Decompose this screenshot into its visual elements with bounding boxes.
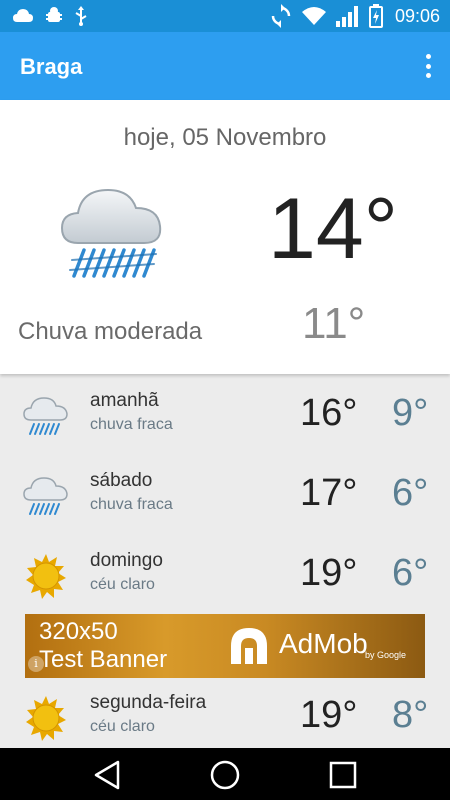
navigation-bar (0, 748, 450, 800)
forecast-high: 19° (300, 552, 358, 594)
forecast-low: 6° (392, 552, 429, 594)
sync-icon (271, 4, 291, 28)
forecast-day: sábado (90, 470, 153, 491)
forecast-low: 6° (392, 472, 429, 514)
forecast-low: 9° (392, 392, 429, 434)
rain-cloud-icon (60, 188, 162, 278)
recents-icon[interactable] (326, 758, 360, 792)
today-high-temp: 14° (268, 181, 399, 277)
forecast-row[interactable]: domingo céu claro 19° 6° (0, 536, 450, 616)
admob-logo-icon (231, 628, 267, 664)
wifi-icon (301, 7, 326, 25)
more-vert-icon[interactable] (424, 54, 432, 78)
forecast-desc: chuva fraca (90, 496, 173, 513)
forecast-desc: chuva fraca (90, 416, 173, 433)
today-card[interactable]: hoje, 05 Novembro 14° 11° Chuva moderada (0, 100, 450, 374)
forecast-day: amanhã (90, 390, 159, 411)
forecast-desc: céu claro (90, 576, 155, 593)
today-low-temp: 11° (302, 299, 366, 348)
forecast-high: 16° (300, 392, 358, 434)
forecast-high: 19° (300, 694, 358, 736)
forecast-row[interactable]: segunda-feira céu claro 19° 8° (0, 678, 450, 758)
city-title: Braga (20, 54, 83, 79)
ad-by-google: by Google (365, 650, 407, 660)
light-rain-icon (23, 397, 68, 435)
forecast-low: 8° (392, 694, 429, 736)
ad-brand: AdMob (279, 628, 368, 659)
today-date: hoje, 05 Novembro (123, 124, 327, 151)
forecast-row[interactable]: sábado chuva fraca 17° 6° (0, 456, 450, 536)
usb-icon (75, 6, 87, 26)
forecast-high: 17° (300, 472, 358, 514)
status-right-icons: 09:06 (269, 4, 440, 28)
sun-icon (26, 696, 66, 741)
ad-info-icon[interactable]: i (28, 656, 44, 672)
forecast-day: segunda-feira (90, 692, 207, 713)
back-icon[interactable] (90, 758, 124, 792)
status-left-icons (12, 6, 88, 26)
signal-icon (335, 6, 358, 27)
app-bar: Braga (0, 32, 450, 100)
ad-banner[interactable]: 320x50 Test Banner AdMob by Google i (25, 614, 425, 678)
forecast-row[interactable]: amanhã chuva fraca 16° 9° (0, 376, 450, 456)
sun-icon (26, 554, 66, 599)
status-time: 09:06 (394, 5, 440, 26)
ad-size-label: 320x50 (39, 618, 118, 645)
ad-test-label: Test Banner (39, 646, 168, 673)
forecast-desc: céu claro (90, 718, 155, 735)
today-condition: Chuva moderada (18, 318, 203, 345)
weather-cloud-icon (13, 9, 33, 22)
android-debug-icon (46, 7, 62, 22)
status-bar: 09:06 (0, 0, 450, 32)
home-icon[interactable] (208, 758, 242, 792)
battery-charging-icon (368, 4, 383, 28)
light-rain-icon (23, 477, 68, 515)
forecast-day: domingo (90, 550, 163, 571)
